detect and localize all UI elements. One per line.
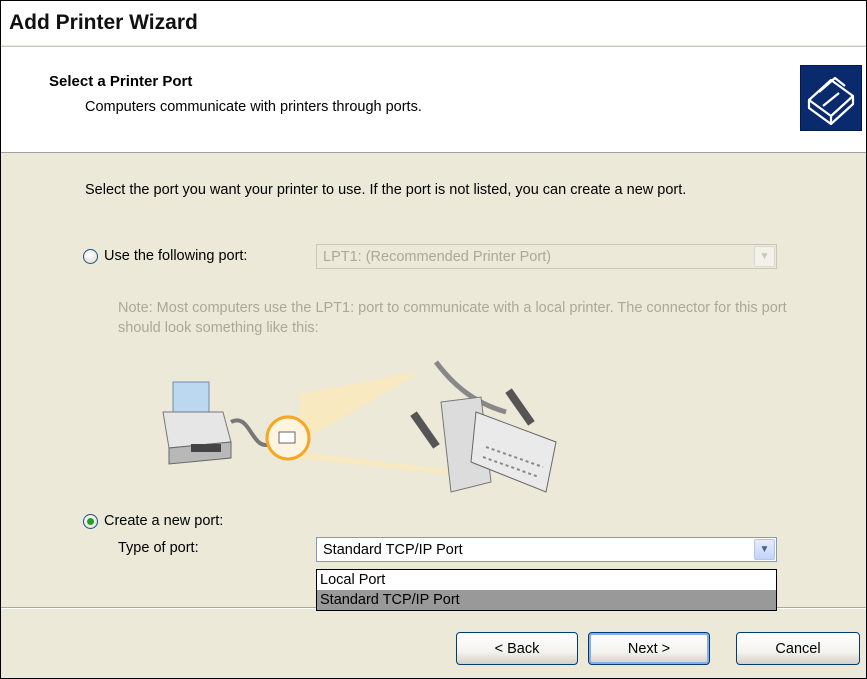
type-of-port-label: Type of port: bbox=[118, 540, 199, 556]
port-type-value: Standard TCP/IP Port bbox=[323, 542, 463, 558]
use-port-radio[interactable] bbox=[83, 248, 98, 264]
port-note: Note: Most computers use the LPT1: port … bbox=[118, 300, 787, 336]
printer-wizard-icon bbox=[800, 65, 862, 131]
create-port-radio[interactable] bbox=[83, 513, 98, 529]
wizard-header: Select a Printer Port Computers communic… bbox=[1, 46, 866, 153]
intro-text: Select the port you want your printer to… bbox=[85, 182, 687, 198]
option-local-port[interactable]: Local Port bbox=[317, 570, 776, 590]
use-port-label: Use the following port: bbox=[104, 248, 248, 264]
add-printer-wizard-window: Add Printer Wizard Select a Printer Port… bbox=[0, 0, 867, 679]
port-type-select[interactable]: Standard TCP/IP Port ▼ bbox=[316, 537, 777, 562]
create-port-label: Create a new port: bbox=[104, 513, 224, 529]
chevron-down-icon[interactable]: ▼ bbox=[754, 539, 775, 560]
printer-icon bbox=[162, 381, 232, 465]
create-new-port-option[interactable]: Create a new port: bbox=[83, 513, 223, 529]
page-title: Select a Printer Port bbox=[49, 73, 193, 90]
title-bar: Add Printer Wizard bbox=[1, 1, 866, 45]
chevron-down-icon[interactable]: ▼ bbox=[754, 246, 775, 267]
back-button[interactable]: < Back bbox=[456, 632, 578, 665]
cancel-button[interactable]: Cancel bbox=[736, 632, 860, 665]
window-title: Add Printer Wizard bbox=[9, 11, 198, 34]
port-select-value: LPT1: (Recommended Printer Port) bbox=[323, 249, 552, 265]
option-standard-tcpip-port[interactable]: Standard TCP/IP Port bbox=[317, 590, 776, 610]
connector-illustration bbox=[162, 360, 557, 493]
wizard-body: Select the port you want your printer to… bbox=[1, 152, 866, 678]
page-subtitle: Computers communicate with printers thro… bbox=[85, 99, 422, 115]
next-button[interactable]: Next > bbox=[588, 632, 710, 665]
port-type-dropdown-list[interactable]: Local Port Standard TCP/IP Port bbox=[316, 569, 777, 611]
use-following-port-option[interactable]: Use the following port: bbox=[83, 248, 247, 264]
port-select[interactable]: LPT1: (Recommended Printer Port) ▼ bbox=[316, 244, 777, 269]
parallel-cable-icon bbox=[410, 360, 557, 493]
